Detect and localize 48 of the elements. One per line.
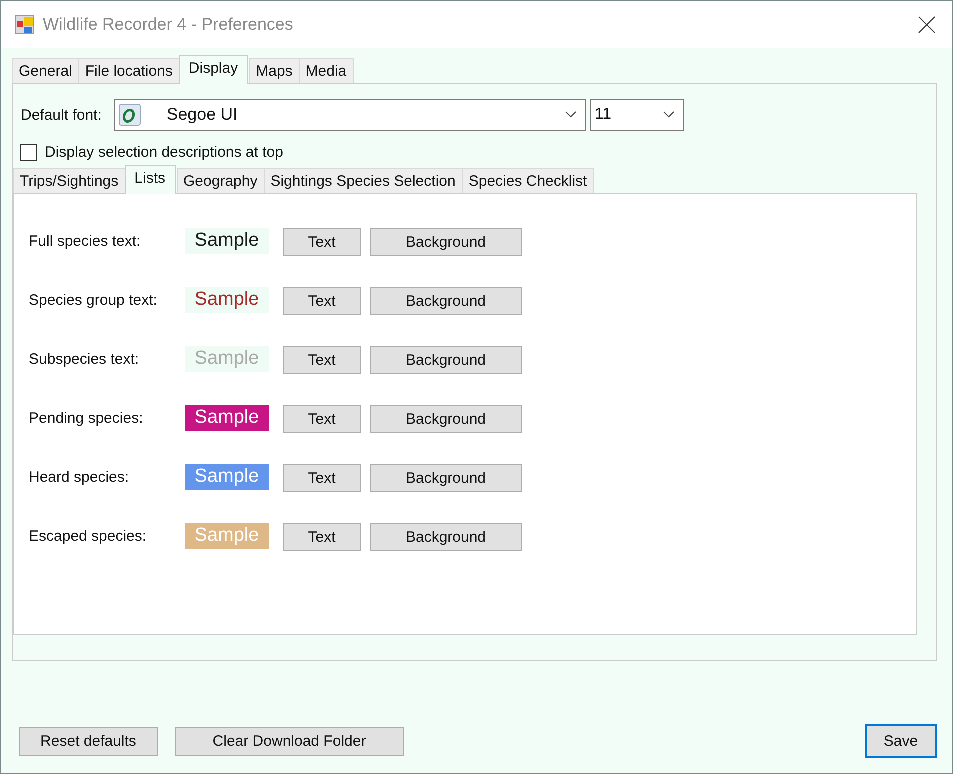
checkbox[interactable] xyxy=(20,144,37,161)
tab[interactable]: Trips/Sightings xyxy=(13,168,126,194)
text-color-button[interactable]: Text xyxy=(283,346,361,374)
text-color-button[interactable]: Text xyxy=(283,287,361,315)
text-color-button[interactable]: Text xyxy=(283,405,361,433)
sample-text: Sample xyxy=(194,525,260,546)
sample-text: Sample xyxy=(194,348,260,369)
tab[interactable]: Species Checklist xyxy=(462,168,594,194)
tab[interactable]: Media xyxy=(298,58,354,84)
setting-label: Subspecies text: xyxy=(29,350,140,368)
default-font-label: Default font: xyxy=(21,106,102,124)
close-icon[interactable] xyxy=(918,16,936,34)
text-color-button[interactable]: Text xyxy=(283,464,361,492)
font-icon xyxy=(118,104,141,126)
tab[interactable]: Display xyxy=(178,55,248,84)
background-color-button[interactable]: Background xyxy=(370,346,522,374)
sample-text: Sample xyxy=(194,230,260,251)
checkbox-label: Display selection descriptions at top xyxy=(45,144,284,161)
caret-icon xyxy=(662,111,675,119)
sample-text: Sample xyxy=(194,466,260,487)
window-title: Wildlife Recorder 4 - Preferences xyxy=(43,14,294,34)
footer-button[interactable]: Reset defaults xyxy=(19,727,158,756)
caret-icon xyxy=(564,111,577,119)
font-dropdown[interactable]: Segoe UI xyxy=(114,99,586,131)
sample-text: Sample xyxy=(194,289,260,310)
setting-label: Escaped species: xyxy=(29,527,148,545)
background-color-button[interactable]: Background xyxy=(370,228,522,256)
text-color-button[interactable]: Text xyxy=(283,523,361,551)
background-color-button[interactable]: Background xyxy=(370,464,522,492)
background-color-button[interactable]: Background xyxy=(370,405,522,433)
setting-label: Full species text: xyxy=(29,232,142,250)
footer-button[interactable]: Save xyxy=(865,724,937,758)
app-icon xyxy=(15,14,35,34)
tab[interactable]: Lists xyxy=(124,165,176,194)
footer-button[interactable]: Clear Download Folder xyxy=(175,727,404,756)
sample-text: Sample xyxy=(194,407,260,428)
text-color-button[interactable]: Text xyxy=(283,228,361,256)
tab[interactable]: Sightings Species Selection xyxy=(264,168,463,194)
tab[interactable]: File locations xyxy=(78,58,180,84)
font-size-dropdown[interactable]: 11 xyxy=(590,99,684,131)
tab[interactable]: Geography xyxy=(176,168,265,194)
setting-label: Pending species: xyxy=(29,409,144,427)
background-color-button[interactable]: Background xyxy=(370,523,522,551)
setting-label: Species group text: xyxy=(29,291,158,309)
tab[interactable]: General xyxy=(12,58,80,84)
tab[interactable]: Maps xyxy=(249,58,300,84)
setting-label: Heard species: xyxy=(29,468,130,486)
background-color-button[interactable]: Background xyxy=(370,287,522,315)
